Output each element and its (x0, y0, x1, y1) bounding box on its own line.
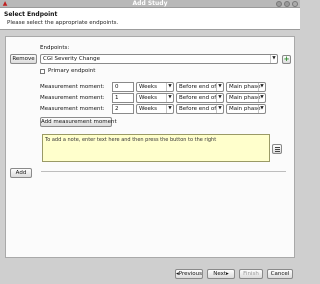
measurement-phase-value: Main phase (229, 106, 261, 112)
measurement-label: Measurement moment: (40, 84, 105, 90)
measurement-relation-value: Before end of (179, 84, 217, 90)
primary-endpoint-checkbox[interactable] (40, 69, 45, 74)
chevron-down-icon: ▼ (270, 55, 277, 63)
chevron-down-icon: ▼ (258, 83, 265, 91)
arrow-right-icon: ▸ (226, 271, 229, 277)
chevron-down-icon: ▼ (166, 94, 173, 102)
measurement-unit-value: Weeks (139, 84, 157, 90)
measurement-unit-value: Weeks (139, 95, 157, 101)
divider (41, 171, 286, 172)
add-measurement-button[interactable]: Add measurement moment (40, 117, 117, 127)
measurement-phase-select[interactable]: Main phase ▼ (226, 104, 266, 114)
remove-endpoint-button[interactable]: Remove (10, 54, 37, 64)
plus-icon[interactable]: + (282, 55, 291, 64)
measurement-unit-select[interactable]: Weeks ▼ (136, 104, 174, 114)
measurement-label: Measurement moment: (40, 106, 105, 112)
endpoints-label: Endpoints: (40, 45, 70, 51)
previous-button[interactable]: ◂Previous (175, 269, 203, 279)
measurement-phase-value: Main phase (229, 95, 261, 101)
measurement-relation-value: Before end of (179, 106, 217, 112)
add-endpoint-button[interactable]: Add (10, 168, 32, 178)
measurement-unit-select[interactable]: Weeks ▼ (136, 93, 174, 103)
chevron-down-icon: ▼ (216, 94, 223, 102)
measurement-label: Measurement moment: (40, 95, 105, 101)
measurement-phase-select[interactable]: Main phase ▼ (226, 93, 266, 103)
endpoint-select[interactable]: CGI Severity Change ▼ (40, 54, 278, 64)
maximize-icon[interactable] (284, 1, 290, 7)
close-icon[interactable] (292, 1, 298, 7)
measurement-relation-select[interactable]: Before end of ▼ (176, 82, 224, 92)
measurement-relation-select[interactable]: Before end of ▼ (176, 104, 224, 114)
page-title: Select Endpoint (4, 11, 58, 18)
measurement-relation-value: Before end of (179, 95, 217, 101)
measurement-phase-value: Main phase (229, 84, 261, 90)
next-button[interactable]: Next▸ (207, 269, 235, 279)
wizard-header: Select Endpoint Please select the approp… (0, 8, 300, 30)
wizard-footer: ◂Previous Next▸ Finish Cancel (0, 262, 300, 284)
chevron-down-icon: ▼ (166, 83, 173, 91)
chevron-down-icon: ▼ (216, 105, 223, 113)
finish-button[interactable]: Finish (239, 269, 263, 279)
chevron-down-icon: ▼ (216, 83, 223, 91)
chevron-down-icon: ▼ (258, 94, 265, 102)
previous-label: Previous (178, 271, 203, 277)
window-title: Add Study (132, 0, 168, 7)
cancel-button[interactable]: Cancel (267, 269, 293, 279)
measurement-phase-select[interactable]: Main phase ▼ (226, 82, 266, 92)
endpoint-panel: Endpoints: Remove CGI Severity Change ▼ … (5, 36, 295, 258)
measurement-value-input[interactable]: 0 (112, 82, 134, 92)
note-textarea[interactable]: To add a note, enter text here and then … (42, 134, 270, 162)
measurement-unit-select[interactable]: Weeks ▼ (136, 82, 174, 92)
measurement-relation-select[interactable]: Before end of ▼ (176, 93, 224, 103)
primary-endpoint-label: Primary endpoint (48, 68, 96, 74)
endpoint-select-value: CGI Severity Change (43, 56, 100, 62)
page-subtitle: Please select the appropriate endpoints. (7, 20, 119, 26)
next-label: Next (213, 271, 227, 277)
measurement-value-input[interactable]: 1 (112, 93, 134, 103)
note-lines-icon[interactable] (272, 144, 282, 154)
measurement-value-input[interactable]: 2 (112, 104, 134, 114)
chevron-down-icon: ▼ (166, 105, 173, 113)
minimize-icon[interactable] (276, 1, 282, 7)
note-placeholder: To add a note, enter text here and then … (45, 137, 217, 143)
measurement-unit-value: Weeks (139, 106, 157, 112)
window-titlebar: ▲ Add Study (0, 0, 300, 8)
chevron-down-icon: ▼ (258, 105, 265, 113)
